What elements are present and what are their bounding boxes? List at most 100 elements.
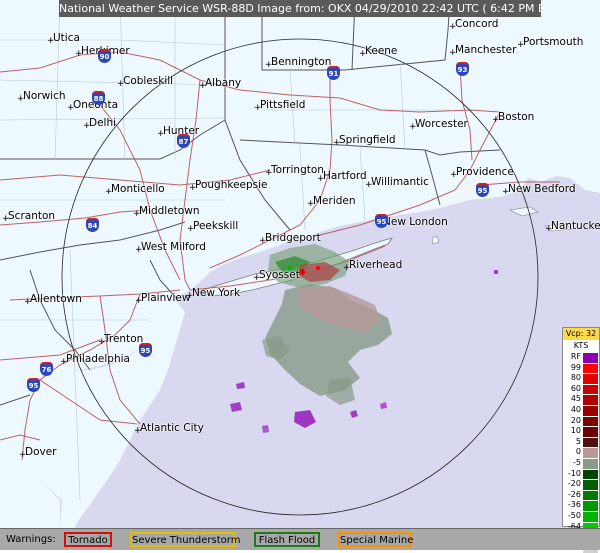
city-label: Allentown xyxy=(30,293,82,305)
city-label: Boston xyxy=(498,111,535,123)
legend-row: 60 xyxy=(563,383,599,395)
city-label: Atlantic City xyxy=(140,422,204,434)
city-label: Peekskill xyxy=(193,220,239,232)
legend-swatch xyxy=(583,404,598,416)
legend-value: 0 xyxy=(575,447,581,457)
map-canvas xyxy=(0,0,600,528)
legend-row: -26 xyxy=(563,489,599,501)
legend-swatch xyxy=(583,479,598,490)
city-label: Middletown xyxy=(139,205,200,217)
city-label: Nantucket xyxy=(551,220,600,232)
special-marine-warning-button[interactable]: Special Marine xyxy=(338,532,413,547)
legend-row: 20 xyxy=(563,415,599,427)
city-label: Worcester xyxy=(415,118,468,130)
legend-vcp: Vcp: 32 xyxy=(563,328,599,340)
interstate-shield-icon: 95 xyxy=(375,214,388,228)
legend-unit: KTS xyxy=(573,341,589,350)
legend-row: -10 xyxy=(563,468,599,480)
city-label: New London xyxy=(383,216,448,228)
city-label: Manchester xyxy=(455,44,517,56)
legend-value: RF xyxy=(570,352,581,361)
legend-swatch xyxy=(583,352,598,363)
radar-title-bar: National Weather Service WSR-88D Image f… xyxy=(59,0,541,17)
city-label: Meriden xyxy=(313,195,356,207)
city-label: Springfield xyxy=(339,134,396,146)
legend-value: 45 xyxy=(570,394,581,404)
interstate-shield-icon: 84 xyxy=(86,218,99,232)
legend-swatch xyxy=(583,415,598,427)
radar-map: National Weather Service WSR-88D Image f… xyxy=(0,0,600,553)
legend-swatch xyxy=(583,362,598,374)
city-label: Dover xyxy=(25,446,57,458)
city-label: Utica xyxy=(53,32,80,44)
legend-swatch xyxy=(583,373,598,384)
tornado-warning-button[interactable]: Tornado xyxy=(64,532,112,547)
city-label: Poughkeepsie xyxy=(195,179,268,191)
interstate-shield-icon: 76 xyxy=(40,362,53,376)
legend-row: 0 xyxy=(563,447,599,458)
legend-row: 40 xyxy=(563,404,599,416)
flash-flood-warning-button[interactable]: Flash Flood xyxy=(254,532,320,547)
city-label: Torrington xyxy=(271,164,324,176)
legend-rows: RF9980604540201050-5-10-20-26-36-50-64-9… xyxy=(563,352,599,553)
legend-swatch xyxy=(583,500,598,511)
legend-value: 40 xyxy=(570,404,581,414)
legend-row: 80 xyxy=(563,373,599,384)
city-label: Syosset xyxy=(259,269,300,281)
legend-row: -20 xyxy=(563,479,599,490)
city-label: New Bedford xyxy=(508,183,576,195)
city-label: Hartford xyxy=(323,170,367,182)
city-label: Bridgeport xyxy=(265,232,321,244)
legend-swatch xyxy=(583,468,598,480)
interstate-shield-icon: 95 xyxy=(476,183,489,197)
interstate-shield-icon: 87 xyxy=(177,134,190,148)
block-island xyxy=(431,235,440,245)
city-label: Portsmouth xyxy=(523,36,584,48)
legend-value: 80 xyxy=(570,373,581,383)
legend-value: 60 xyxy=(570,383,581,393)
city-label: Cobleskill xyxy=(123,75,174,87)
legend-value: -20 xyxy=(567,479,581,489)
city-label: Willimantic xyxy=(371,176,429,188)
city-label: Scranton xyxy=(8,210,56,222)
city-label: West Milford xyxy=(141,241,206,253)
interstate-shield-icon: 95 xyxy=(27,378,40,392)
legend-swatch xyxy=(583,383,598,395)
legend-swatch xyxy=(583,436,598,448)
city-label: Pittsfield xyxy=(260,99,306,111)
city-label: New York xyxy=(192,287,241,299)
legend-value: -50 xyxy=(567,510,581,520)
city-label: Norwich xyxy=(23,90,66,102)
warnings-bar: Warnings: Tornado Severe Thunderstorm Fl… xyxy=(0,528,600,550)
interstate-shield-icon: 88 xyxy=(92,91,105,105)
legend-swatch xyxy=(583,457,598,469)
legend-value: 99 xyxy=(570,362,581,372)
interstate-shield-icon: 93 xyxy=(456,62,469,76)
legend-value: 20 xyxy=(570,415,581,425)
legend-row: -5 xyxy=(563,457,599,469)
city-label: Albany xyxy=(205,77,242,89)
legend-swatch xyxy=(583,510,598,522)
legend-row: 5 xyxy=(563,436,599,448)
legend-swatch xyxy=(583,394,598,405)
city-label: Delhi xyxy=(89,117,117,129)
city-label: Keene xyxy=(365,45,398,57)
legend-row: 99 xyxy=(563,362,599,374)
city-label: Bennington xyxy=(271,56,332,68)
legend-row: 45 xyxy=(563,394,599,405)
city-label: Concord xyxy=(455,18,499,30)
warnings-label: Warnings: xyxy=(6,534,56,545)
city-label: Plainview xyxy=(141,292,191,304)
interstate-shield-icon: 91 xyxy=(327,66,340,80)
legend-value: 10 xyxy=(570,426,581,436)
interstate-shield-icon: 95 xyxy=(139,343,152,357)
city-label: Riverhead xyxy=(349,259,403,271)
city-label: Philadelphia xyxy=(66,353,130,365)
legend-swatch xyxy=(583,447,598,458)
severe-thunderstorm-warning-button[interactable]: Severe Thunderstorm xyxy=(130,532,240,547)
legend-row: RF xyxy=(563,352,599,363)
city-label: Trenton xyxy=(104,333,144,345)
legend-value: -5 xyxy=(573,457,581,467)
legend-value: 5 xyxy=(575,436,581,446)
legend-value: -26 xyxy=(567,489,581,499)
